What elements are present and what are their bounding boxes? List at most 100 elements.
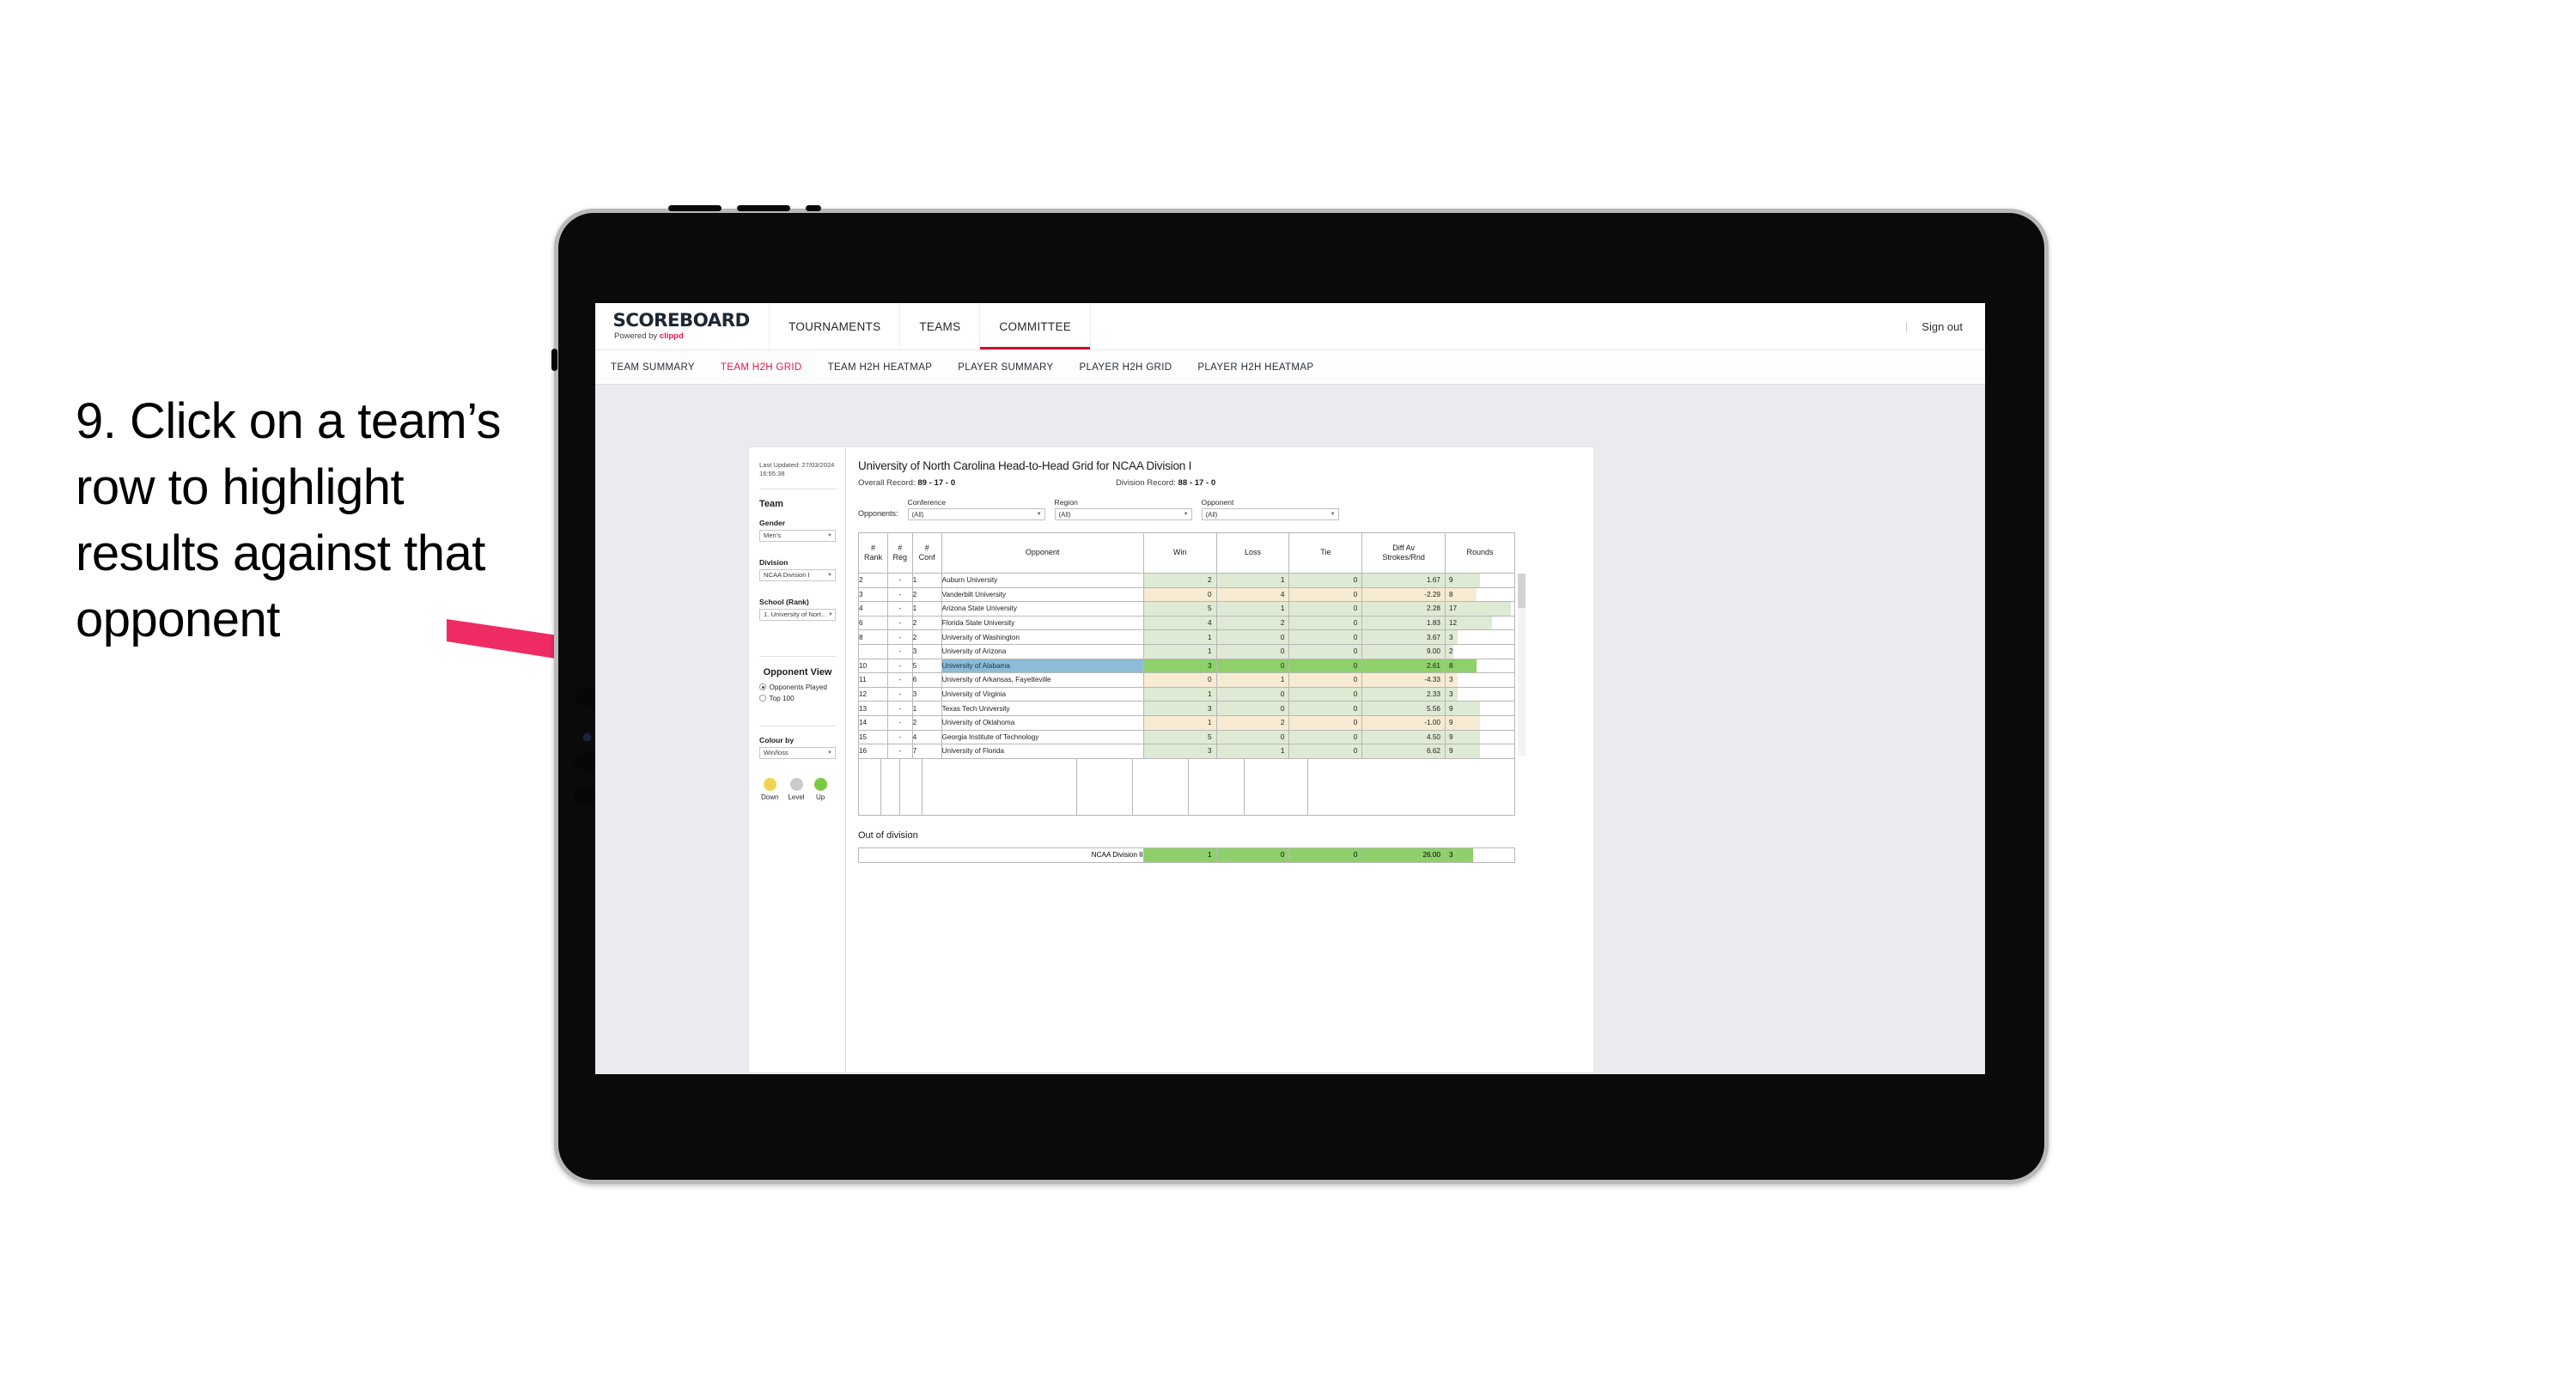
brand-subtitle: Powered by clippd [614, 332, 748, 341]
colour-by-dropdown[interactable]: Win/loss ▼ [759, 746, 836, 759]
cell-win: 3 [1142, 658, 1217, 674]
filter-region-dropdown[interactable]: (All) ▼ [1054, 508, 1192, 520]
col-win[interactable]: Win [1142, 532, 1217, 574]
table-row[interactable]: 10-5 University of Alabama 3 0 0 2.61 8 [858, 658, 1516, 674]
grid-vertical-scrollbar[interactable] [1518, 574, 1526, 756]
cell-loss: 1 [1215, 744, 1290, 759]
nav-divider: | [1904, 319, 1909, 333]
cell-tie: 0 [1288, 615, 1363, 631]
cell-win: 3 [1142, 701, 1217, 716]
overall-record: Overall Record: 89 - 17 - 0 [858, 478, 1116, 488]
cell-opponent: University of Virginia [941, 686, 1144, 702]
radio-top-100[interactable]: Top 100 [759, 695, 836, 702]
table-row[interactable]: 12-3 University of Virginia 1 0 0 2.33 3 [858, 686, 1516, 702]
nav-item-teams[interactable]: TEAMS [900, 303, 981, 349]
cell-diff: 2.28 [1361, 601, 1446, 617]
cell-opponent: Florida State University [941, 615, 1144, 631]
filter-conference-label: Conference [907, 498, 946, 507]
cell-conf: 7 [911, 744, 942, 759]
cell-reg: - [886, 629, 913, 645]
cell-diff: -4.33 [1361, 672, 1446, 688]
radio-icon [759, 683, 766, 690]
opponent-view-title: Opponent View [763, 666, 832, 677]
cell-rounds: 8 [1444, 658, 1516, 674]
grid-header: # Rank # Reg # Conf Opponent Win Loss Tie D… [858, 532, 1516, 574]
cell-reg: - [886, 573, 913, 588]
tab-player-h2h-heatmap[interactable]: PLAYER H2H HEATMAP [1197, 362, 1313, 373]
filter-region-value: (All) [1058, 510, 1071, 519]
out-of-division-table: NCAA Division II 1 0 0 26.00 3 [858, 847, 1516, 863]
cell-diff: 6.62 [1361, 744, 1446, 759]
table-row[interactable]: 8-2 University of Washington 1 0 0 3.67 3 [858, 629, 1516, 645]
cell-opponent: University of Washington [941, 629, 1144, 645]
table-row[interactable]: 6-2 Florida State University 4 2 0 1.83 12 [858, 615, 1516, 631]
cell-opponent: University of Florida [941, 744, 1144, 759]
cell-loss: 2 [1215, 615, 1290, 631]
cell-rounds: 9 [1444, 744, 1516, 759]
filter-conference-dropdown[interactable]: (All) ▼ [907, 508, 1045, 520]
tab-player-h2h-grid[interactable]: PLAYER H2H GRID [1079, 362, 1172, 373]
col-conf[interactable]: # Conf [911, 532, 942, 574]
table-row[interactable]: 14-2 University of Oklahoma 1 2 0 -1.00 9 [858, 714, 1516, 731]
cell-loss: 4 [1215, 586, 1290, 603]
cell-diff: 2.33 [1361, 686, 1446, 702]
cell-rank: 8 [858, 629, 888, 645]
chevron-down-icon: ▼ [827, 532, 832, 538]
cell-rank [858, 643, 888, 659]
tab-team-h2h-heatmap[interactable]: TEAM H2H HEATMAP [828, 362, 933, 373]
table-row[interactable]: -3 University of Arizona 1 0 0 9.00 2 [858, 643, 1516, 659]
division-record: Division Record: 88 - 17 - 0 [1116, 478, 1215, 488]
cell-tie: 0 [1288, 686, 1363, 702]
tab-team-h2h-grid[interactable]: TEAM H2H GRID [721, 362, 802, 373]
cell-win: 5 [1142, 601, 1217, 617]
cell-conf: 1 [911, 573, 942, 588]
cell-reg: - [886, 701, 913, 716]
cell-rounds: 9 [1444, 729, 1516, 745]
grid-header-row: # Rank # Reg # Conf Opponent Win Loss Tie D… [858, 532, 1516, 574]
cell-rounds: 3 [1444, 672, 1516, 688]
table-row[interactable]: 2-1 Auburn University 2 1 0 1.67 9 [858, 573, 1516, 588]
cell-diff: 3.67 [1361, 629, 1446, 645]
table-row[interactable]: 15-4 Georgia Institute of Technology 5 0 0 4.… [858, 729, 1516, 745]
cell-rounds: 9 [1444, 714, 1516, 731]
nav-item-tournaments[interactable]: TOURNAMENTS [770, 303, 901, 349]
table-row[interactable]: 16-7 University of Florida 3 1 0 6.62 9 [858, 744, 1516, 759]
division-dropdown[interactable]: NCAA Division I ▼ [759, 568, 836, 581]
cell-conf: 1 [911, 701, 942, 716]
secondary-navigation-bar: TEAM SUMMARY TEAM H2H GRID TEAM H2H HEAT… [595, 350, 1985, 385]
tab-player-summary[interactable]: PLAYER SUMMARY [958, 362, 1053, 373]
cell-tie: 0 [1288, 573, 1363, 588]
cell-loss: 1 [1215, 601, 1290, 617]
cell-rounds: 3 [1444, 629, 1516, 645]
table-row[interactable]: 4-1 Arizona State University 5 1 0 2.28 17 [858, 601, 1516, 617]
col-loss[interactable]: Loss [1215, 532, 1290, 574]
table-row[interactable]: 13-1 Texas Tech University 3 0 0 5.56 9 [858, 701, 1516, 716]
school-rank-dropdown[interactable]: 1. University of Nort... ▼ [759, 608, 836, 621]
cell-rank: 6 [858, 615, 888, 631]
cell-reg: - [886, 744, 913, 759]
tab-team-summary[interactable]: TEAM SUMMARY [611, 362, 695, 373]
col-rank[interactable]: # Rank [858, 532, 888, 574]
brand-logo[interactable]: SCOREBOARD Powered by clippd [595, 303, 770, 349]
nav-item-committee[interactable]: COMMITTEE [980, 303, 1092, 349]
cell-win: 1 [1142, 686, 1217, 702]
out-of-division-row[interactable]: NCAA Division II 1 0 0 26.00 3 [858, 847, 1516, 863]
filter-opponent-value: (All) [1205, 510, 1218, 519]
table-row[interactable]: 3-2 Vanderbilt University 0 4 0 -2.29 8 [858, 586, 1516, 603]
scrollbar-thumb[interactable] [1518, 574, 1526, 608]
sign-out-link[interactable]: Sign out [1921, 320, 1963, 333]
col-opponent[interactable]: Opponent [941, 532, 1144, 574]
brand-title: SCOREBOARD [612, 310, 750, 331]
filter-opponent-dropdown[interactable]: (All) ▼ [1201, 508, 1339, 520]
radio-opponents-played[interactable]: Opponents Played [759, 683, 836, 691]
table-row[interactable]: 11-6 University of Arkansas, Fayetteville… [858, 672, 1516, 688]
gender-dropdown[interactable]: Men’s ▼ [759, 529, 836, 542]
filter-region-label: Region [1054, 498, 1078, 507]
cell-loss: 1 [1215, 672, 1290, 688]
col-tie[interactable]: Tie [1288, 532, 1363, 574]
cell-reg: - [886, 658, 913, 674]
col-reg[interactable]: # Reg [886, 532, 913, 574]
col-diff-av-strokes[interactable]: Diff Av Strokes/Rnd [1361, 532, 1446, 574]
col-rounds[interactable]: Rounds [1444, 532, 1516, 574]
